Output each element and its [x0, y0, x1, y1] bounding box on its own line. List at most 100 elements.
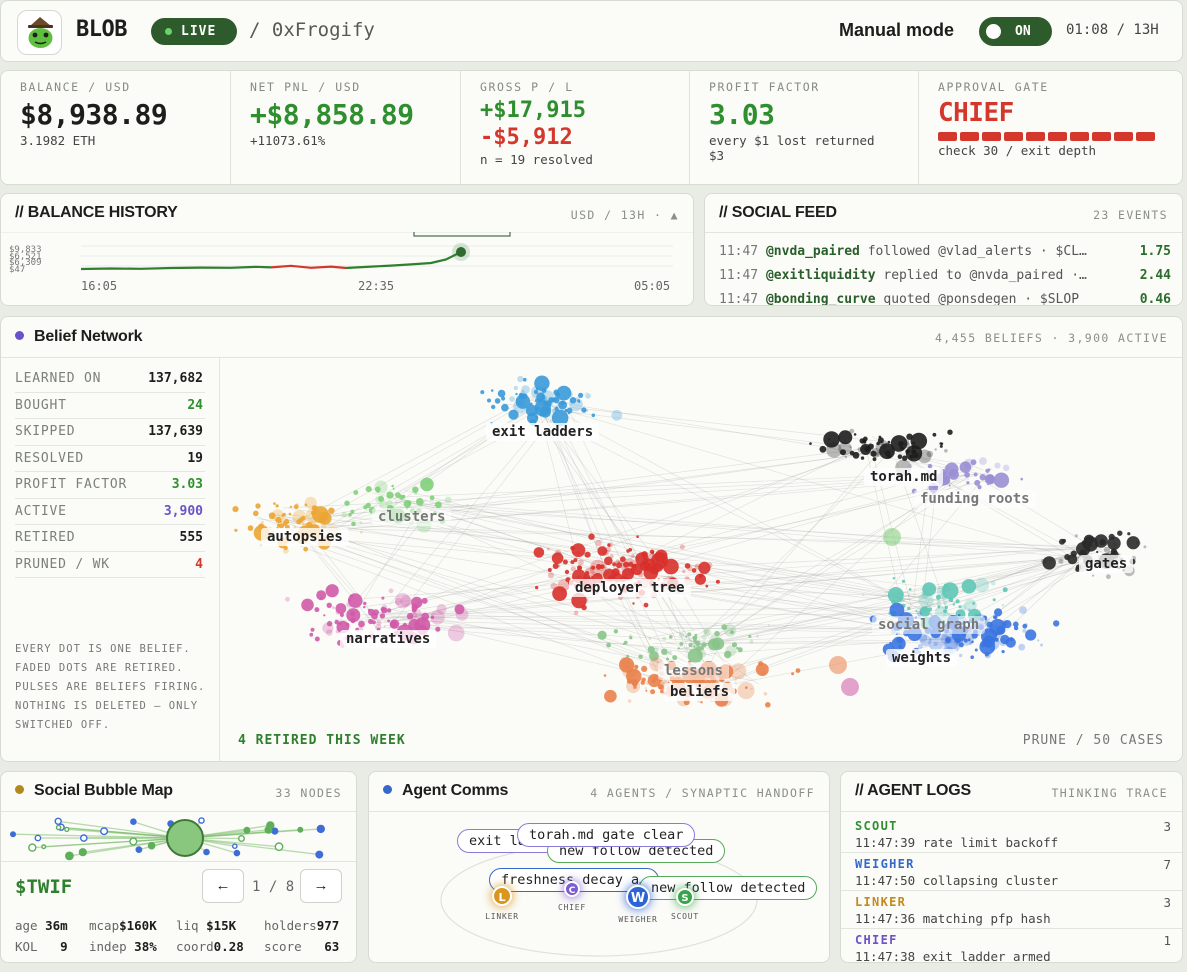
bubble-node[interactable] [28, 843, 37, 852]
prev-button[interactable]: ← [202, 869, 244, 903]
bubble-node[interactable] [41, 844, 47, 850]
bubble-node[interactable] [65, 851, 74, 861]
feed-user[interactable]: @nvda_paired [766, 244, 860, 259]
bubble-node[interactable] [264, 825, 273, 834]
belief-dot [651, 679, 656, 683]
bubble-node[interactable] [198, 817, 205, 824]
belief-network-graph[interactable] [220, 358, 1183, 762]
bubble-node[interactable] [64, 826, 70, 833]
belief-dot [636, 557, 639, 560]
prune-cases[interactable]: PRUNE / 50 CASES [1023, 733, 1164, 748]
log-entry[interactable]: WEIGHER 7 11:47:50 collapsing cluster [855, 857, 1171, 888]
comms-bubble[interactable]: torah.md gate clear [517, 823, 696, 847]
bubble-node[interactable] [34, 834, 42, 842]
cluster-label-lessons[interactable]: lessons [658, 662, 730, 680]
bubble-node[interactable] [243, 826, 251, 834]
bubble-node[interactable] [233, 849, 241, 857]
feed-row[interactable]: 11:47 @nvda_paired followed @vlad_alerts… [719, 244, 1171, 259]
belief-dot [961, 579, 977, 594]
gate-segment [1004, 132, 1023, 141]
comms-bubble[interactable]: new follow detected [639, 876, 818, 900]
social-bubble-meta: 33 NODES [275, 786, 342, 800]
cluster-label-narratives[interactable]: narratives [340, 630, 437, 648]
feed-user[interactable]: @bonding_curve [766, 292, 876, 305]
belief-dot [907, 606, 911, 611]
bubble-node[interactable] [231, 843, 238, 850]
bubble-node[interactable] [147, 841, 156, 850]
belief-dot [363, 606, 366, 609]
balance-value: $8,938.89 [20, 98, 168, 131]
cluster-label-weights[interactable]: weights [886, 649, 958, 667]
belief-dot [535, 415, 538, 419]
log-entry[interactable]: LINKER 3 11:47:36 matching pfp hash [855, 895, 1171, 926]
belief-dot [896, 636, 903, 644]
bubble-node[interactable] [55, 824, 62, 831]
cluster-label-torah[interactable]: torah.md [864, 468, 944, 486]
agent-node-linker[interactable]: L [492, 886, 512, 906]
feed-row[interactable]: 11:47 @bonding_curve quoted @ponsdegen ·… [719, 292, 1171, 305]
bubble-map-graph[interactable] [1, 812, 357, 862]
cluster-label-deployer-tree[interactable]: deployer tree [569, 579, 691, 597]
belief-dot [412, 486, 419, 493]
bubble-node[interactable] [135, 846, 143, 853]
belief-dot [386, 499, 393, 507]
frog-logo[interactable] [17, 10, 62, 55]
belief-dot [623, 561, 630, 568]
x-tick-1: 16:05 [81, 279, 117, 293]
feed-row[interactable]: 11:47 @exitliquidity replied to @nvda_pa… [719, 268, 1171, 283]
cluster-label-social-graph[interactable]: social graph [872, 616, 986, 634]
agent-node-chief[interactable]: C [564, 881, 580, 897]
social-feed-panel: // SOCIAL FEED 23 EVENTS 11:47 @nvda_pai… [704, 193, 1183, 306]
agent-node-scout[interactable]: S [676, 888, 694, 906]
belief-dot [706, 562, 713, 568]
bubble-node[interactable] [129, 837, 138, 846]
bubble-hub-node[interactable] [166, 819, 204, 857]
belief-dot [612, 562, 617, 567]
belief-network-panel: Belief Network 4,455 BELIEFS · 3,900 ACT… [0, 316, 1183, 762]
belief-dot [939, 444, 943, 448]
bubble-node[interactable] [297, 826, 304, 833]
cluster-label-exit-ladders[interactable]: exit ladders [486, 423, 600, 441]
bubble-node[interactable] [100, 827, 109, 836]
bubble-node[interactable] [274, 842, 284, 852]
bubble-node[interactable] [315, 850, 324, 859]
belief-dot [547, 547, 550, 551]
belief-cluster-exit-ladders[interactable] [480, 375, 623, 427]
belief-dot [553, 389, 559, 396]
log-agent: CHIEF [855, 933, 898, 947]
log-message: 11:47:36 matching pfp hash [855, 911, 1051, 926]
bubble-node[interactable] [271, 827, 279, 835]
belief-dot [1092, 574, 1095, 577]
agent-node-weigher[interactable]: W [626, 885, 650, 909]
bubble-node[interactable] [80, 834, 88, 842]
cluster-label-funding-roots[interactable]: funding roots [914, 490, 1036, 508]
belief-dot [943, 583, 948, 588]
cluster-label-clusters[interactable]: clusters [372, 508, 452, 526]
belief-metric-row: LEARNED ON 137,682 [15, 366, 205, 393]
log-entry[interactable]: CHIEF 1 11:47:38 exit ladder armed [855, 933, 1171, 962]
balance-current-point[interactable] [456, 247, 466, 257]
bubble-node[interactable] [78, 848, 87, 857]
belief-dot [597, 630, 607, 640]
wallet-name: / 0xFrogify [249, 19, 375, 41]
belief-dot [1024, 623, 1028, 627]
belief-dot [1000, 634, 1010, 645]
belief-dot [710, 634, 717, 642]
cluster-label-gates[interactable]: gates [1079, 555, 1134, 573]
bubble-node[interactable] [9, 831, 16, 838]
page-indicator: 1 / 8 [252, 879, 295, 895]
balance-history-meta[interactable]: USD / 13H · ▲ [571, 208, 679, 222]
belief-dot [948, 484, 951, 487]
feed-user[interactable]: @exitliquidity [766, 268, 876, 283]
bubble-node[interactable] [316, 824, 325, 834]
bubble-node[interactable] [203, 848, 210, 856]
belief-dot [296, 519, 302, 525]
manual-mode-toggle[interactable]: ON [979, 17, 1052, 46]
bubble-node[interactable] [54, 817, 62, 826]
cluster-label-beliefs[interactable]: beliefs [664, 683, 736, 701]
next-button[interactable]: → [300, 869, 342, 903]
cluster-label-autopsies[interactable]: autopsies [261, 528, 349, 546]
log-entry[interactable]: SCOUT 3 11:47:39 rate limit backoff [855, 819, 1171, 850]
bubble-node[interactable] [237, 835, 245, 843]
bubble-node[interactable] [130, 818, 137, 825]
